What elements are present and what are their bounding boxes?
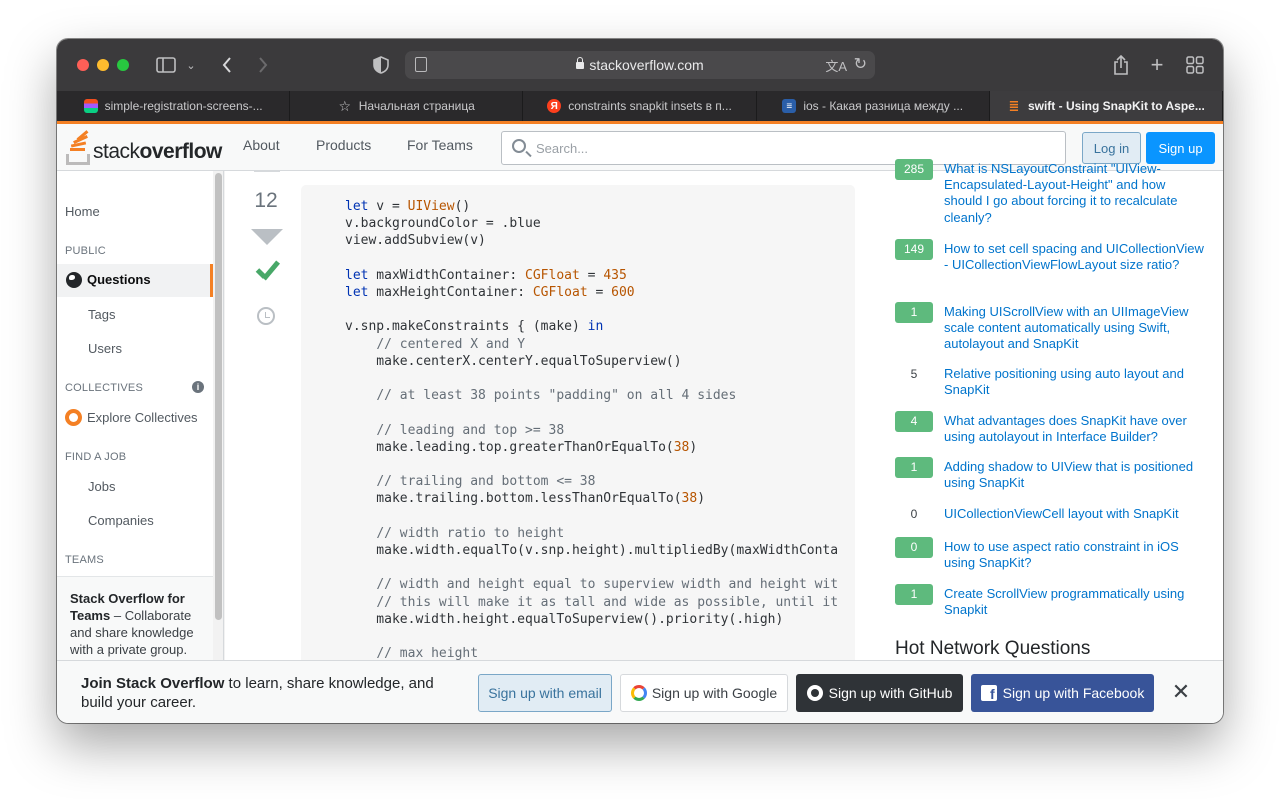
accepted-check-icon bbox=[254, 259, 280, 285]
search-input[interactable]: Search... bbox=[501, 131, 1066, 165]
sidebar-heading-find-job: FIND A JOB bbox=[65, 451, 127, 463]
hot-network-questions-heading: Hot Network Questions bbox=[895, 638, 1091, 659]
info-icon[interactable]: i bbox=[192, 381, 204, 393]
back-icon[interactable] bbox=[217, 53, 237, 77]
google-icon bbox=[630, 685, 647, 701]
close-window-button[interactable] bbox=[77, 59, 89, 71]
stackoverflow-logo[interactable]: stackoverflow bbox=[65, 129, 222, 165]
new-tab-icon[interactable]: + bbox=[1147, 52, 1167, 77]
sidebar-item-companies[interactable]: Companies bbox=[88, 513, 154, 528]
nav-products[interactable]: Products bbox=[316, 137, 371, 153]
sidebar-heading-collectives: COLLECTIVES bbox=[65, 382, 144, 394]
logo-wordmark: stackoverflow bbox=[93, 140, 222, 163]
forward-icon[interactable] bbox=[253, 53, 273, 77]
chevron-down-icon[interactable]: ⌄ bbox=[185, 53, 197, 77]
sidebar-toggle-icon[interactable] bbox=[155, 53, 177, 77]
minimize-window-button[interactable] bbox=[97, 59, 109, 71]
signup-email-button[interactable]: Sign up with email bbox=[478, 674, 612, 712]
teams-promo[interactable]: Stack Overflow for Teams – Collaborate a… bbox=[57, 576, 213, 660]
tab-figma[interactable]: simple-registration-screens-... bbox=[57, 91, 291, 121]
privacy-shield-icon[interactable] bbox=[371, 53, 391, 77]
figma-icon bbox=[83, 99, 98, 113]
sidebar-divider bbox=[223, 171, 224, 660]
browser-window: ⌄ stackoverflow.com 文A ↻ + simple-regist… bbox=[57, 39, 1223, 723]
history-icon[interactable] bbox=[257, 307, 275, 325]
address-bar[interactable]: stackoverflow.com 文A ↻ bbox=[405, 51, 875, 79]
signup-banner: Join Stack Overflow to learn, share know… bbox=[57, 660, 1223, 723]
login-button[interactable]: Log in bbox=[1082, 132, 1141, 164]
sidebar-scrollbar-thumb[interactable] bbox=[215, 173, 222, 620]
tab-overview-icon[interactable] bbox=[1185, 53, 1205, 77]
zoom-window-button[interactable] bbox=[117, 59, 129, 71]
nav-about[interactable]: About bbox=[243, 137, 280, 153]
reload-icon[interactable]: ↻ bbox=[854, 54, 867, 74]
collectives-icon bbox=[65, 409, 82, 426]
github-icon bbox=[806, 685, 823, 701]
code-text: let v = UIView() v.backgroundColor = .bl… bbox=[345, 199, 839, 660]
tab-start-page[interactable]: ☆ Начальная страница bbox=[290, 91, 524, 121]
sidebar-item-users[interactable]: Users bbox=[88, 341, 122, 356]
banner-message: Join Stack Overflow to learn, share know… bbox=[81, 675, 434, 711]
search-icon bbox=[512, 139, 526, 153]
tab-bar: simple-registration-screens-... ☆ Начальн… bbox=[57, 91, 1223, 121]
browser-toolbar: ⌄ stackoverflow.com 文A ↻ + bbox=[57, 39, 1223, 91]
star-icon: ☆ bbox=[338, 97, 352, 114]
vote-divider bbox=[254, 170, 280, 172]
stackoverflow-icon: ≣ bbox=[1008, 98, 1020, 113]
facebook-icon: f bbox=[980, 685, 997, 701]
sidebar-heading-teams: TEAMS bbox=[65, 554, 104, 566]
sidebar-item-home[interactable]: Home bbox=[65, 204, 100, 219]
signup-facebook-button[interactable]: f Sign up with Facebook bbox=[971, 674, 1154, 712]
sidebar-item-explore-collectives[interactable]: Explore Collectives bbox=[87, 410, 198, 425]
tab-stackoverflow-ru[interactable]: ≡ ios - Какая разница между ... bbox=[757, 91, 990, 121]
left-sidebar: Home PUBLIC Questions Tags Users COLLECT… bbox=[57, 171, 225, 660]
stackoverflow-logo-icon bbox=[65, 130, 91, 165]
lock-icon bbox=[576, 57, 585, 69]
sidebar-heading-public: PUBLIC bbox=[65, 245, 106, 257]
yandex-icon: Я bbox=[547, 99, 562, 113]
translate-icon[interactable]: 文A bbox=[825, 56, 847, 75]
sidebar-item-questions[interactable]: Questions bbox=[57, 264, 213, 297]
sidebar-item-tags[interactable]: Tags bbox=[88, 307, 115, 322]
globe-icon bbox=[66, 272, 82, 288]
close-icon[interactable]: ✕ bbox=[1171, 680, 1191, 704]
tab-stackoverflow-active[interactable]: ≣ swift - Using SnapKit to Aspe... bbox=[989, 91, 1223, 121]
signup-google-button[interactable]: Sign up with Google bbox=[620, 674, 788, 712]
stackoverflow-ru-icon: ≡ bbox=[782, 99, 797, 113]
tab-yandex-search[interactable]: Яconstraints snapkit insets в п... bbox=[523, 91, 757, 121]
nav-for-teams[interactable]: For Teams bbox=[407, 137, 473, 153]
sidebar-item-jobs[interactable]: Jobs bbox=[88, 479, 115, 494]
share-icon[interactable] bbox=[1111, 53, 1131, 77]
vote-count: 12 bbox=[254, 189, 278, 212]
downvote-icon[interactable] bbox=[251, 229, 283, 245]
signup-github-button[interactable]: Sign up with GitHub bbox=[796, 674, 963, 712]
signup-button[interactable]: Sign up bbox=[1146, 132, 1215, 164]
code-block: let v = UIView() v.backgroundColor = .bl… bbox=[301, 185, 855, 660]
url-text: stackoverflow.com bbox=[405, 57, 875, 73]
